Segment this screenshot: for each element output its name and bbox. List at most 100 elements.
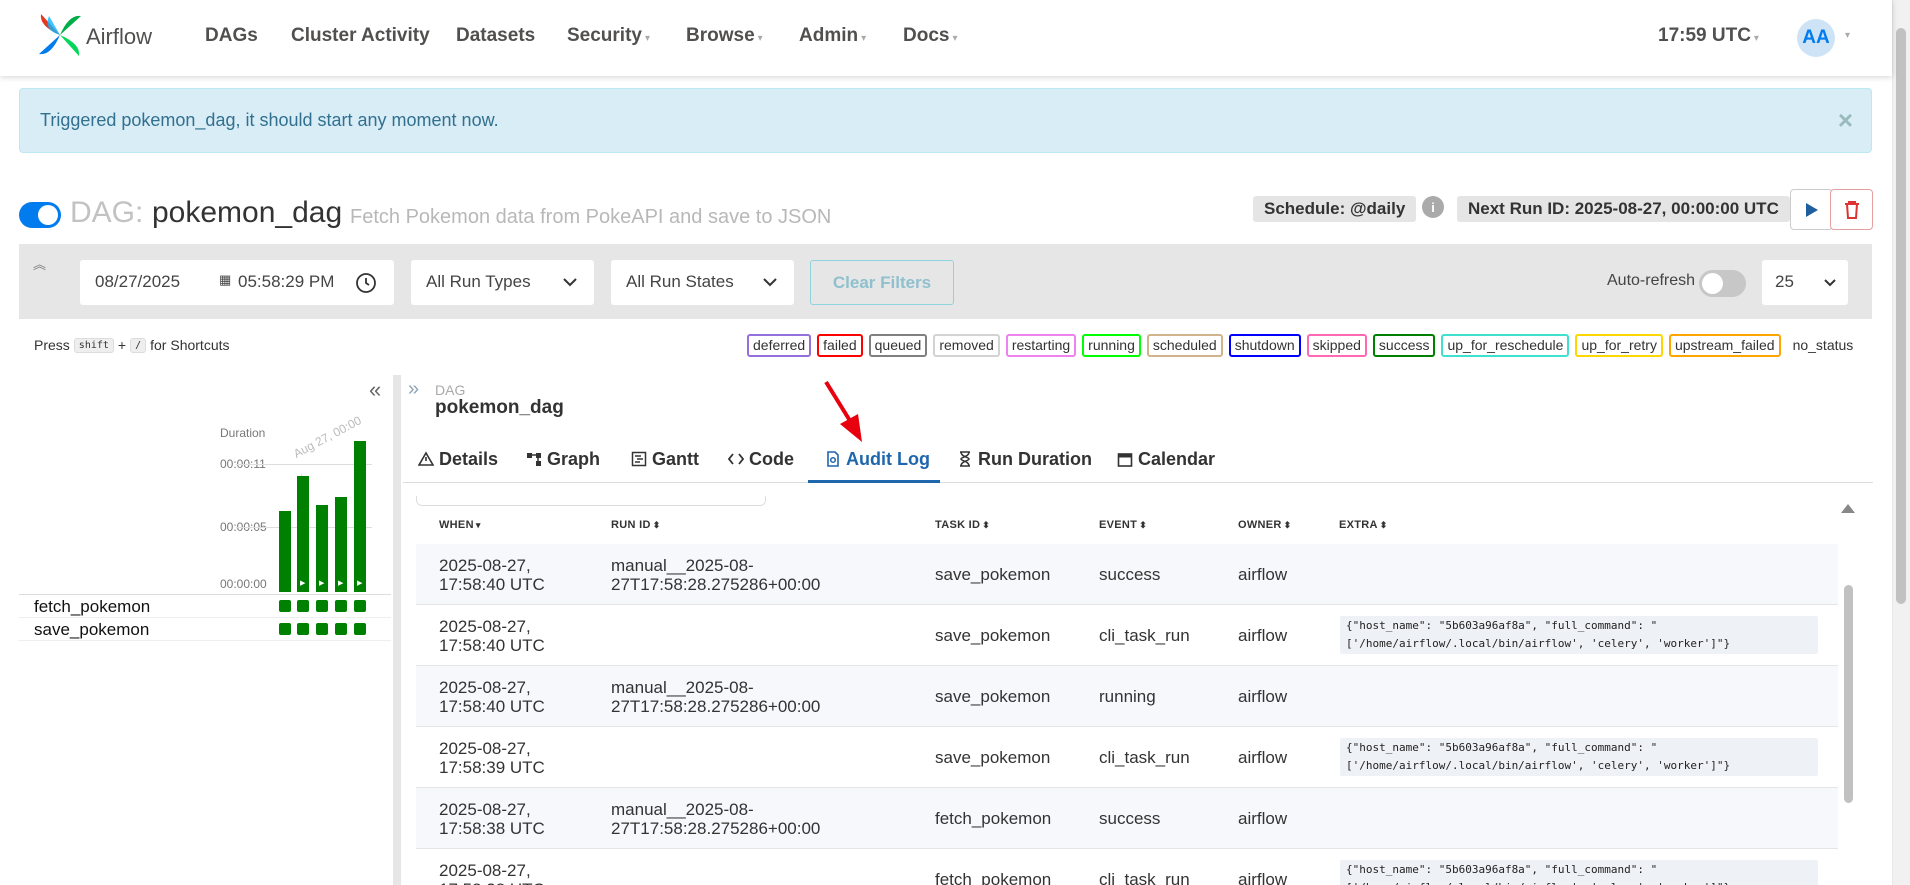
task-instance-success[interactable] <box>335 600 347 612</box>
panel-splitter[interactable] <box>393 375 401 885</box>
tab-details[interactable]: Details <box>417 449 498 470</box>
chevron-down-icon <box>1824 279 1836 287</box>
cell-when-date: 2025-08-27, <box>439 861 531 880</box>
nav-datasets[interactable]: Datasets <box>456 25 535 47</box>
column-header-label: TASK ID <box>935 519 981 531</box>
tab-audit-log[interactable]: Audit Log <box>825 449 930 470</box>
tab-graph[interactable]: Graph <box>526 449 600 470</box>
column-header-extra[interactable]: EXTRA ⬍ <box>1339 519 1388 531</box>
table-scrollbar-thumb[interactable] <box>1844 585 1853 803</box>
task-instance-success[interactable] <box>279 623 291 635</box>
collapse-left-icon[interactable]: « <box>369 377 381 403</box>
base-date-picker[interactable]: 08/27/2025 ▦ 05:58:29 PM <box>80 260 394 305</box>
cell-when-time: 17:58:38 UTC <box>439 819 545 838</box>
nav-browse[interactable]: Browse ▾ <box>686 25 763 47</box>
tab-code[interactable]: Code <box>727 449 794 470</box>
tab-gantt[interactable]: Gantt <box>631 449 699 470</box>
utc-clock[interactable]: 17:59 UTC ▾ <box>1658 25 1759 47</box>
column-header-owner[interactable]: OWNER ⬍ <box>1238 519 1292 531</box>
task-name[interactable]: save_pokemon <box>34 620 149 640</box>
column-header-run-id[interactable]: RUN ID ⬍ <box>611 519 661 531</box>
breadcrumb-dag-name[interactable]: pokemon_dag <box>435 397 564 419</box>
trigger-dag-button[interactable] <box>1790 189 1833 230</box>
run-type-select[interactable]: All Run Types <box>411 260 594 305</box>
nav-docs[interactable]: Docs ▾ <box>903 25 958 47</box>
close-icon[interactable]: × <box>1838 105 1853 136</box>
tab-run-duration[interactable]: Run Duration <box>957 449 1092 470</box>
cell-extra: {"host_name": "5b603a96af8a", "full_comm… <box>1340 860 1818 885</box>
table-row[interactable]: 2025-08-27,17:58:38 UTC fetch_pokemon cli_… <box>416 849 1838 885</box>
table-row[interactable]: 2025-08-27, 17:58:39 UTC save_pokemon cli_t… <box>416 727 1838 788</box>
expand-right-icon[interactable]: » <box>408 378 419 401</box>
task-instance-success[interactable] <box>297 623 309 635</box>
airflow-logo-icon[interactable] <box>37 12 83 58</box>
table-row[interactable]: 2025-08-27, 17:58:40 UTC manual__2025-08- 2… <box>416 666 1838 727</box>
autorefresh-toggle[interactable] <box>1699 270 1746 297</box>
task-row[interactable]: save_pokemon <box>19 618 391 641</box>
info-icon[interactable]: i <box>1422 196 1444 218</box>
sort-icon[interactable]: ▾ <box>476 520 481 530</box>
task-instance-success[interactable] <box>316 623 328 635</box>
task-row[interactable]: fetch_pokemon <box>19 595 391 618</box>
date-value[interactable]: 08/27/2025 <box>95 272 180 292</box>
run-duration-bar[interactable] <box>335 497 347 592</box>
column-header-when[interactable]: WHEN ▾ <box>439 519 481 531</box>
clear-filters-button[interactable]: Clear Filters <box>810 260 954 305</box>
cell-extra: {"host_name": "5b603a96af8a", "full_comm… <box>1340 616 1818 654</box>
log-search-field[interactable] <box>416 496 766 506</box>
sort-icon[interactable]: ⬍ <box>1380 520 1388 530</box>
graph-icon <box>527 453 541 466</box>
table-row[interactable]: 2025-08-27, 17:58:40 UTC save_pokemon cli_t… <box>416 605 1838 666</box>
num-runs-select[interactable]: 25 <box>1762 260 1848 305</box>
collapse-up-icon[interactable]: ︽ <box>33 254 46 273</box>
run-duration-bar[interactable] <box>354 441 366 592</box>
warning-triangle-icon <box>417 451 435 466</box>
nav-security[interactable]: Security ▾ <box>567 25 650 47</box>
cell-event: cli_task_run <box>1099 626 1190 645</box>
task-instance-success[interactable] <box>354 623 366 635</box>
task-instance-success[interactable] <box>354 600 366 612</box>
sort-icon[interactable]: ⬍ <box>982 520 990 530</box>
task-instance-success[interactable] <box>297 600 309 612</box>
cell-task-id: fetch_pokemon <box>935 809 1052 828</box>
sort-icon[interactable]: ⬍ <box>1284 520 1292 530</box>
nav-cluster-activity[interactable]: Cluster Activity <box>291 25 430 47</box>
nav-dags[interactable]: DAGs <box>205 25 258 47</box>
sort-icon[interactable]: ⬍ <box>1139 520 1147 530</box>
autorefresh-label: Auto-refresh <box>1607 272 1696 289</box>
run-state-select[interactable]: All Run States <box>611 260 794 305</box>
calendar-icon[interactable]: ▦ <box>219 272 231 288</box>
column-header-label: EVENT <box>1099 519 1138 531</box>
shortcut-key-shift: shift <box>73 337 114 353</box>
alert-message: Triggered pokemon_dag, it should start a… <box>40 110 499 130</box>
task-name[interactable]: fetch_pokemon <box>34 597 150 617</box>
delete-dag-button[interactable] <box>1830 189 1873 230</box>
cell-extra: {"host_name": "5b603a96af8a", "full_comm… <box>1340 738 1818 776</box>
scroll-up-icon[interactable] <box>1841 504 1855 513</box>
time-value[interactable]: 05:58:29 PM <box>238 272 334 292</box>
tab-label: Code <box>749 449 794 469</box>
shortcut-press: Press <box>34 337 70 353</box>
brand-name[interactable]: Airflow <box>86 24 152 50</box>
clock-icon[interactable] <box>355 272 377 294</box>
caret-down-icon: ▾ <box>1753 33 1759 44</box>
run-duration-bar[interactable] <box>297 476 309 592</box>
tab-calendar[interactable]: Calendar <box>1117 449 1215 470</box>
table-row[interactable]: 2025-08-27, 17:58:38 UTC manual__2025-08- 2… <box>416 788 1838 849</box>
page-scrollbar-thumb[interactable] <box>1896 28 1906 604</box>
run-duration-bar[interactable] <box>279 511 291 592</box>
caret-down-icon[interactable]: ▾ <box>1845 30 1850 41</box>
status-scheduled: scheduled <box>1146 334 1223 357</box>
status-upstream-failed: upstream_failed <box>1668 334 1781 357</box>
column-header-event[interactable]: EVENT ⬍ <box>1099 519 1147 531</box>
task-instance-success[interactable] <box>279 600 291 612</box>
user-avatar[interactable]: AA <box>1797 19 1835 57</box>
task-instance-success[interactable] <box>316 600 328 612</box>
nav-admin[interactable]: Admin ▾ <box>799 25 866 47</box>
table-row[interactable]: 2025-08-27, 17:58:40 UTC manual__2025-08- 2… <box>416 544 1838 605</box>
sort-icon[interactable]: ⬍ <box>653 520 661 530</box>
task-instance-success[interactable] <box>335 623 347 635</box>
dag-pause-toggle[interactable] <box>19 202 61 228</box>
column-header-task-id[interactable]: TASK ID ⬍ <box>935 519 990 531</box>
tab-label: Calendar <box>1138 449 1216 469</box>
